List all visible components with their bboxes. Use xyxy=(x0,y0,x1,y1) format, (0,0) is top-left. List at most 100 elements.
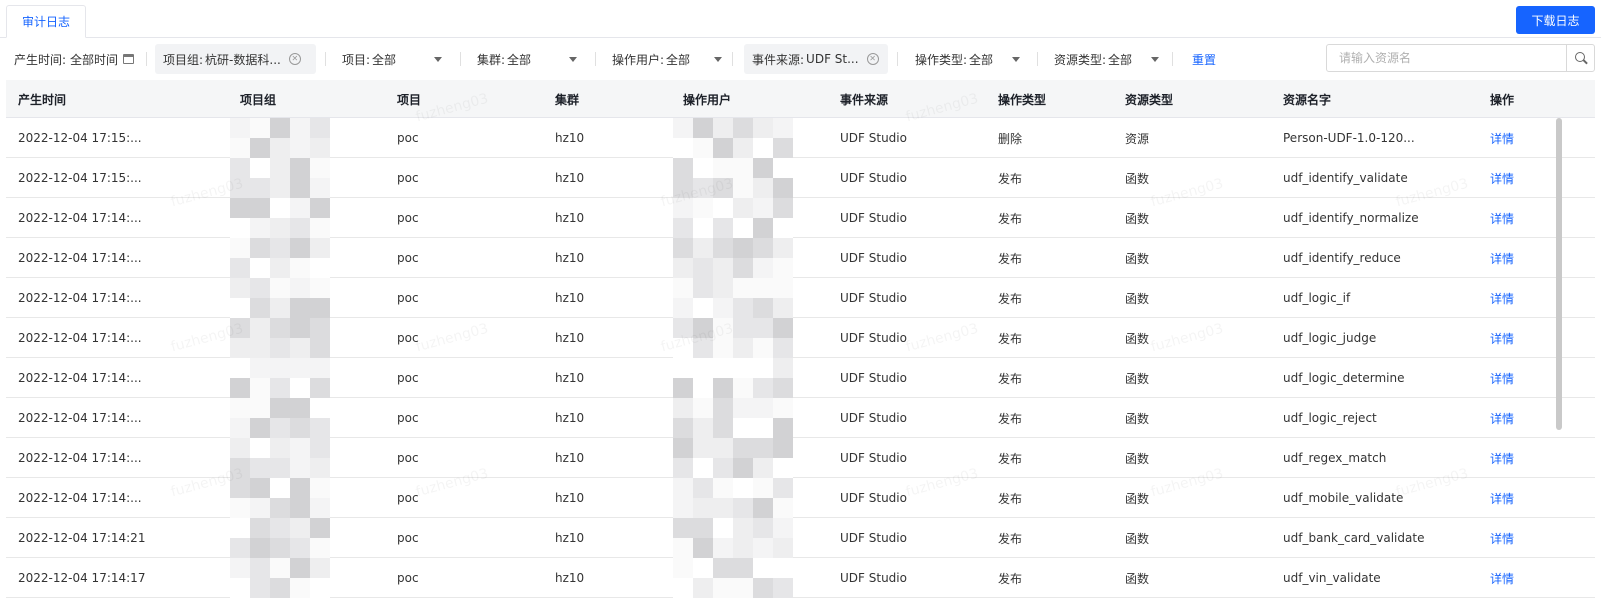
cell-resource-name: udf_logic_if xyxy=(1283,291,1351,305)
tab-bar: 审计日志 下载日志 xyxy=(0,0,1601,38)
redacted-cell xyxy=(230,398,346,438)
cell-project: poc xyxy=(397,131,419,145)
cell-time: 2022-12-04 17:14:... xyxy=(18,371,142,385)
project-group-filter[interactable]: 项目组: 杭研-数据科... ✕ xyxy=(155,44,316,74)
filter-separator xyxy=(1172,52,1173,66)
cell-resource-type: 函数 xyxy=(1125,491,1150,506)
cell-event-source: UDF Studio xyxy=(840,251,907,265)
redacted-cell xyxy=(230,318,346,358)
cell-cluster: hz10 xyxy=(555,451,585,465)
cell-event-source: UDF Studio xyxy=(840,531,907,545)
detail-link[interactable]: 详情 xyxy=(1490,518,1514,558)
column-header-time: 产生时间 xyxy=(18,92,67,107)
cell-resource-name: udf_vin_validate xyxy=(1283,571,1381,585)
cell-cluster: hz10 xyxy=(555,371,585,385)
cell-project: poc xyxy=(397,331,419,345)
redacted-cell xyxy=(673,118,809,158)
column-header-op-type: 操作类型 xyxy=(998,92,1047,107)
redacted-cell xyxy=(230,438,346,478)
detail-link[interactable]: 详情 xyxy=(1490,358,1514,398)
event-source-filter[interactable]: 事件来源: UDF St... ✕ xyxy=(744,44,888,74)
tab-bar-divider xyxy=(0,37,1601,38)
op-type-filter[interactable]: 操作类型: 全部 xyxy=(915,44,1020,74)
cell-event-source: UDF Studio xyxy=(840,131,907,145)
redacted-cell xyxy=(673,558,809,598)
detail-link[interactable]: 详情 xyxy=(1490,558,1514,598)
search-button[interactable] xyxy=(1566,45,1594,71)
cell-project: poc xyxy=(397,371,419,385)
cell-cluster: hz10 xyxy=(555,571,585,585)
cell-time: 2022-12-04 17:14:21 xyxy=(18,531,146,545)
op-user-filter-label: 操作用户: xyxy=(612,52,665,67)
detail-link[interactable]: 详情 xyxy=(1490,198,1514,238)
op-user-filter-value: 全部 xyxy=(666,52,691,67)
table-scrollbar[interactable] xyxy=(1556,118,1562,430)
cell-cluster: hz10 xyxy=(555,291,585,305)
op-type-filter-value: 全部 xyxy=(969,52,994,67)
cell-resource-name: udf_logic_determine xyxy=(1283,371,1405,385)
table-row: 2022-12-04 17:14:... poc hz10 UDF Studio 发布 函… xyxy=(6,318,1595,358)
redacted-cell xyxy=(230,198,346,238)
detail-link[interactable]: 详情 xyxy=(1490,158,1514,198)
detail-link[interactable]: 详情 xyxy=(1490,398,1514,438)
resource-type-filter[interactable]: 资源类型: 全部 xyxy=(1054,44,1159,74)
op-user-filter[interactable]: 操作用户: 全部 xyxy=(612,44,722,74)
column-header-resource-type: 资源类型 xyxy=(1125,92,1174,107)
cell-project: poc xyxy=(397,411,419,425)
cell-resource-type: 函数 xyxy=(1125,531,1150,546)
cell-resource-type: 函数 xyxy=(1125,371,1150,386)
cluster-filter[interactable]: 集群: 全部 xyxy=(477,44,577,74)
column-header-op-user: 操作用户 xyxy=(683,92,732,107)
cell-op-type: 删除 xyxy=(998,131,1023,146)
cell-cluster: hz10 xyxy=(555,531,585,545)
detail-link[interactable]: 详情 xyxy=(1490,238,1514,278)
project-filter-value: 全部 xyxy=(372,52,397,67)
clear-icon[interactable]: ✕ xyxy=(866,53,879,65)
filter-separator xyxy=(897,52,898,66)
redacted-cell xyxy=(673,158,809,198)
download-log-button[interactable]: 下载日志 xyxy=(1516,6,1595,34)
tab-audit-log[interactable]: 审计日志 xyxy=(6,5,86,38)
detail-link[interactable]: 详情 xyxy=(1490,278,1514,318)
redacted-cell xyxy=(673,438,809,478)
redacted-cell xyxy=(230,478,346,518)
reset-button[interactable]: 重置 xyxy=(1192,44,1216,74)
detail-link[interactable]: 详情 xyxy=(1490,118,1514,158)
cell-op-type: 发布 xyxy=(998,571,1023,586)
time-filter[interactable]: 产生时间: 全部时间 xyxy=(14,44,135,74)
cell-op-type: 发布 xyxy=(998,291,1023,306)
redacted-cell xyxy=(230,118,346,158)
clear-icon[interactable]: ✕ xyxy=(288,53,301,65)
cell-resource-type: 函数 xyxy=(1125,451,1150,466)
filter-bar: 产生时间: 全部时间 项目组: 杭研-数据科... ✕ 项目: 全部 集群: 全… xyxy=(0,44,1601,74)
resource-type-filter-label: 资源类型: xyxy=(1054,52,1107,67)
filter-separator xyxy=(595,52,596,66)
cell-event-source: UDF Studio xyxy=(840,571,907,585)
filter-separator xyxy=(146,52,147,66)
redacted-cell xyxy=(673,278,809,318)
search-input[interactable] xyxy=(1327,45,1566,71)
table-row: 2022-12-04 17:14:21 poc hz10 UDF Studio 发布 函数… xyxy=(6,518,1595,558)
table-row: 2022-12-04 17:15:... poc hz10 UDF Studio 发布 函… xyxy=(6,158,1595,198)
table-row: 2022-12-04 17:14:... poc hz10 UDF Studio 发布 函… xyxy=(6,198,1595,238)
cell-cluster: hz10 xyxy=(555,211,585,225)
cell-resource-type: 函数 xyxy=(1125,331,1150,346)
cell-op-type: 发布 xyxy=(998,371,1023,386)
project-filter[interactable]: 项目: 全部 xyxy=(342,44,442,74)
cell-cluster: hz10 xyxy=(555,491,585,505)
redacted-cell xyxy=(230,278,346,318)
cell-time: 2022-12-04 17:14:... xyxy=(18,291,142,305)
resource-search xyxy=(1326,44,1595,72)
detail-link[interactable]: 详情 xyxy=(1490,478,1514,518)
redacted-cell xyxy=(673,398,809,438)
filter-separator xyxy=(732,52,733,66)
cell-event-source: UDF Studio xyxy=(840,171,907,185)
detail-link[interactable]: 详情 xyxy=(1490,318,1514,358)
detail-link[interactable]: 详情 xyxy=(1490,438,1514,478)
project-filter-label: 项目: xyxy=(342,52,371,67)
column-header-project-group: 项目组 xyxy=(240,92,277,107)
cell-time: 2022-12-04 17:14:... xyxy=(18,211,142,225)
cell-resource-name: Person-UDF-1.0-120... xyxy=(1283,131,1415,145)
cell-time: 2022-12-04 17:15:... xyxy=(18,131,142,145)
table-body: 2022-12-04 17:15:... poc hz10 UDF Studio 删除 资… xyxy=(6,118,1595,598)
